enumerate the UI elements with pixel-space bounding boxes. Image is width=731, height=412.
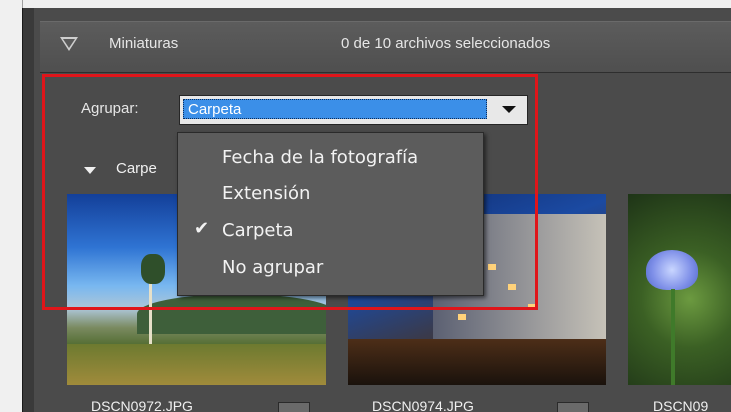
thumbnail-caption: DSCN0974.JPG	[372, 398, 474, 412]
thumbnail-caption: DSCN09	[653, 398, 709, 412]
thumbnail-action-button[interactable]	[278, 402, 310, 412]
selection-count: 0 de 10 archivos seleccionados	[341, 35, 551, 52]
window-top-margin	[0, 0, 731, 8]
window-left-margin	[0, 0, 23, 412]
collapse-triangle-icon[interactable]	[60, 37, 78, 51]
thumbnail-action-button[interactable]	[557, 402, 589, 412]
annotation-highlight-box	[42, 74, 538, 310]
thumbnails-title: Miniaturas	[109, 35, 179, 52]
thumbnail-image[interactable]	[628, 194, 731, 385]
app-window: Miniaturas 0 de 10 archivos seleccionado…	[0, 0, 731, 412]
thumbnail-caption: DSCN0972.JPG	[91, 398, 193, 412]
